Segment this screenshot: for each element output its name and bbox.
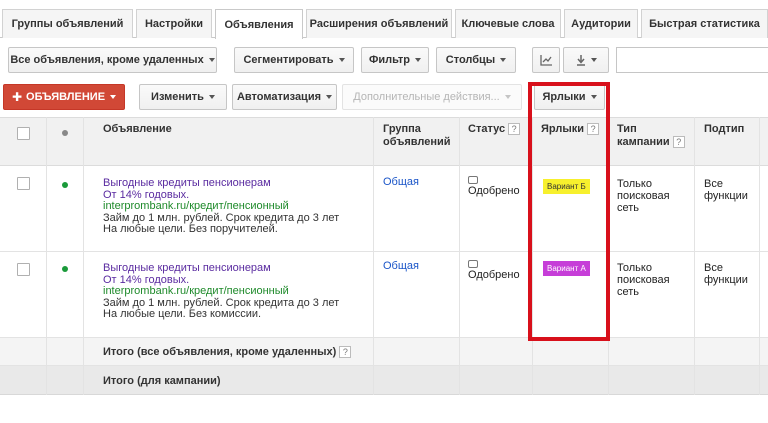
status-dot-header (62, 130, 68, 136)
ad-preview: Выгодные кредиты пенсионерам От 14% годо… (103, 262, 339, 321)
tab-keywords[interactable]: Ключевые слова (455, 9, 561, 38)
edit-dropdown[interactable]: Изменить (139, 84, 227, 110)
header-campaign-type[interactable]: Тип кампании ? (617, 123, 685, 149)
ad-line4: На любые цели. Без поручителей. (103, 223, 278, 235)
add-ad-button[interactable]: ✚ ОБЪЯВЛЕНИЕ (3, 84, 125, 110)
help-icon[interactable]: ? (672, 136, 685, 149)
tab-settings[interactable]: Настройки (136, 9, 212, 38)
header-status[interactable]: Статус ? (468, 123, 521, 136)
column-divider (83, 117, 84, 395)
filter-label: Фильтр (368, 54, 411, 66)
column-divider (46, 117, 47, 395)
header-ad-group[interactable]: Группа объявлений (383, 123, 453, 149)
chevron-down-icon (326, 95, 333, 99)
ad-line4: На любые цели. Без комиссии. (103, 308, 262, 320)
more-actions-label: Дополнительные действия... (353, 91, 500, 103)
ad-title[interactable]: Выгодные кредиты пенсионерам (103, 262, 339, 275)
segment-label: Сегментировать (243, 54, 334, 66)
chevron-down-icon (208, 58, 215, 62)
ad-group-link[interactable]: Общая (383, 260, 419, 272)
column-divider (694, 117, 695, 395)
status-cell: Одобрено (468, 260, 520, 281)
column-divider (759, 117, 760, 395)
campaign-type-cell: Только поисковая сеть (617, 178, 670, 214)
download-button[interactable] (563, 47, 609, 73)
row-checkbox[interactable] (17, 263, 30, 276)
add-ad-label: ОБЪЯВЛЕНИЕ (26, 91, 106, 103)
tab-ad-extensions[interactable]: Расширения объявлений (306, 9, 452, 38)
columns-label: Столбцы (445, 54, 496, 66)
column-divider (373, 117, 374, 395)
subtype-cell: Все функции (704, 178, 748, 202)
status-cell: Одобрено (468, 176, 520, 197)
ad-url: interprombank.ru/кредит/пенсионный (103, 285, 289, 297)
chevron-down-icon (338, 58, 345, 62)
campaign-type-cell: Только поисковая сеть (617, 262, 670, 298)
chevron-down-icon (415, 58, 422, 62)
total-campaign-row: Итого (для кампании) (0, 366, 768, 395)
filter-view-dropdown[interactable]: Все объявления, кроме удаленных (8, 47, 217, 73)
status-dot (62, 182, 68, 188)
chart-button[interactable] (532, 47, 560, 73)
help-icon[interactable]: ? (508, 123, 521, 136)
table-header: Объявление Группа объявлений Статус ? Яр… (0, 117, 768, 166)
column-divider (459, 117, 460, 395)
automation-label: Автоматизация (236, 91, 322, 103)
tab-audiences[interactable]: Аудитории (564, 9, 638, 38)
automation-dropdown[interactable]: Автоматизация (232, 84, 337, 110)
labels-column-highlight (528, 82, 610, 341)
header-campaign-type-label: Тип кампании (617, 123, 670, 148)
ad-url: interprombank.ru/кредит/пенсионный (103, 200, 289, 212)
ad-preview: Выгодные кредиты пенсионерам От 14% годо… (103, 177, 339, 236)
total-campaign-label: Итого (для кампании) (103, 375, 221, 387)
select-all-checkbox[interactable] (17, 127, 30, 140)
chevron-down-icon (504, 95, 511, 99)
comment-icon[interactable] (468, 176, 478, 184)
status-text: Одобрено (468, 185, 520, 197)
chevron-down-icon (500, 58, 507, 62)
more-actions-dropdown[interactable]: Дополнительные действия... (342, 84, 522, 110)
row-checkbox[interactable] (17, 177, 30, 190)
download-icon (576, 55, 585, 66)
table-row: Выгодные кредиты пенсионерам От 14% годо… (0, 252, 768, 338)
edit-label: Изменить (151, 91, 204, 103)
tab-quick-stats[interactable]: Быстрая статистика (641, 9, 768, 38)
line-chart-icon (539, 55, 552, 66)
columns-dropdown[interactable]: Столбцы (436, 47, 516, 73)
header-subtype[interactable]: Подтип (704, 123, 744, 136)
status-text: Одобрено (468, 269, 520, 281)
help-icon[interactable]: ? (339, 346, 352, 359)
total-filtered-row: Итого (все объявления, кроме удаленных) … (0, 338, 768, 366)
total-filtered-label: Итого (все объявления, кроме удаленных) … (103, 346, 352, 359)
table-row: Выгодные кредиты пенсионерам От 14% годо… (0, 166, 768, 252)
chevron-down-icon (110, 95, 117, 99)
subtype-cell: Все функции (704, 262, 748, 286)
status-dot (62, 266, 68, 272)
ad-group-link[interactable]: Общая (383, 176, 419, 188)
header-ad[interactable]: Объявление (103, 123, 172, 136)
tab-bar: Группы объявлений Настройки Объявления Р… (0, 0, 768, 39)
tab-ads[interactable]: Объявления (215, 9, 303, 39)
filter-dropdown[interactable]: Фильтр (361, 47, 429, 73)
chevron-down-icon (208, 95, 215, 99)
search-input[interactable] (616, 47, 768, 73)
header-status-label: Статус (468, 123, 506, 135)
plus-icon: ✚ (11, 90, 23, 104)
chevron-down-icon (590, 58, 597, 62)
tab-ad-groups[interactable]: Группы объявлений (2, 9, 133, 38)
comment-icon[interactable] (468, 260, 478, 268)
segment-dropdown[interactable]: Сегментировать (234, 47, 354, 73)
total-filtered-text: Итого (все объявления, кроме удаленных) (103, 346, 337, 358)
ad-title[interactable]: Выгодные кредиты пенсионерам (103, 177, 339, 190)
filter-view-label: Все объявления, кроме удаленных (10, 54, 204, 66)
